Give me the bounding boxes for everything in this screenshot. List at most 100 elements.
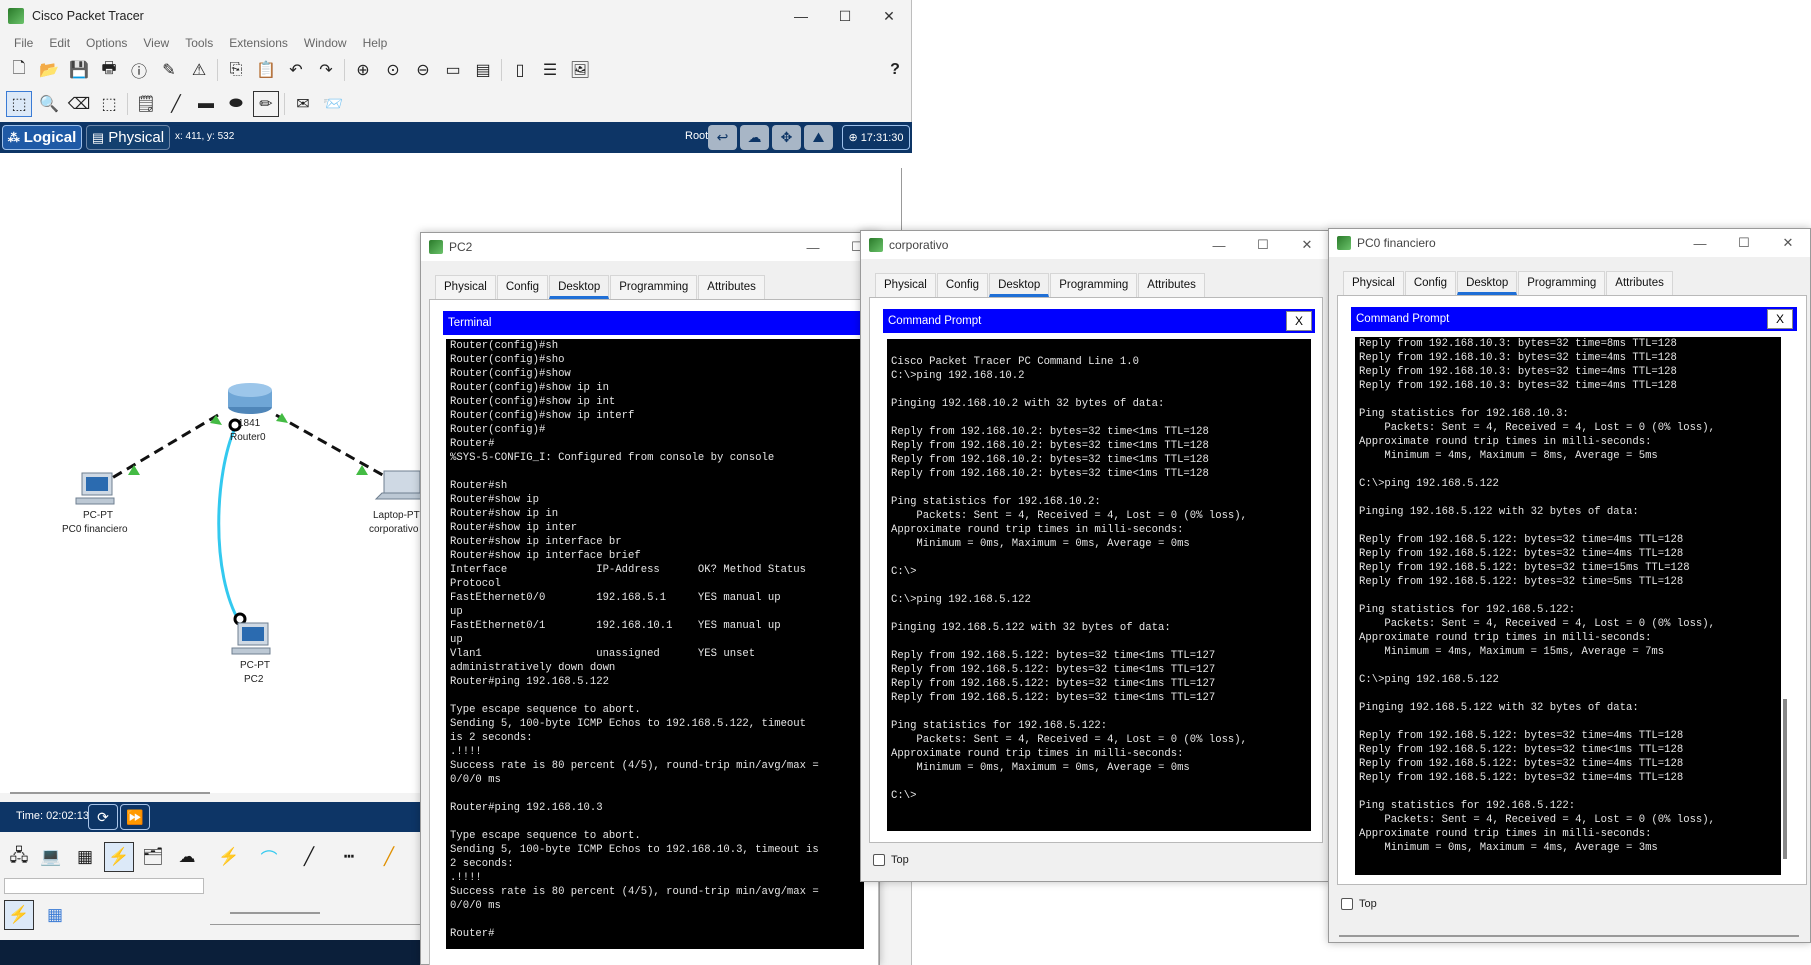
tab-attributes[interactable]: Attributes xyxy=(1138,273,1205,297)
menu-view[interactable]: View xyxy=(135,33,177,53)
inspect-icon[interactable]: 🔍 xyxy=(36,91,62,117)
crossover-cable-icon[interactable]: ┅ xyxy=(334,842,364,872)
tab-attributes[interactable]: Attributes xyxy=(698,275,765,299)
paste-icon[interactable]: 📋 xyxy=(253,57,279,83)
console-cable-icon[interactable]: ⌒ xyxy=(254,842,284,872)
drawing-palette-icon[interactable]: ▭ xyxy=(440,57,466,83)
cloud-icon[interactable]: ☁ xyxy=(740,125,769,150)
minimize-icon[interactable]: — xyxy=(1197,231,1241,259)
grid-view-icon[interactable]: ▦ xyxy=(40,900,70,930)
router-name-label[interactable]: Router0 xyxy=(230,432,266,443)
tab-physical[interactable]: Physical xyxy=(875,273,936,297)
minimize-icon[interactable]: — xyxy=(791,233,835,261)
custom-devices-icon[interactable]: ▤ xyxy=(470,57,496,83)
close-icon[interactable]: ✕ xyxy=(1766,229,1810,257)
info-icon[interactable]: ⓘ xyxy=(126,57,152,83)
pc0-financiero-titlebar[interactable]: PC0 financiero — ☐ ✕ xyxy=(1329,229,1810,257)
save-icon[interactable]: 💾 xyxy=(66,57,92,83)
add-simple-pdu-icon[interactable]: ✉ xyxy=(290,91,316,117)
components-icon[interactable]: ▦ xyxy=(70,842,100,872)
window-bottom-scrollbar[interactable] xyxy=(1339,935,1799,937)
pc2-name-label[interactable]: PC2 xyxy=(244,674,263,685)
help-icon[interactable]: ? xyxy=(882,57,908,83)
select-icon[interactable]: ⬚ xyxy=(6,91,32,117)
logical-mode-tab[interactable]: ⁂ Logical xyxy=(2,125,82,150)
zoom-out-icon[interactable]: ⊖ xyxy=(410,57,436,83)
back-arrow-icon[interactable]: ↩ xyxy=(708,125,737,150)
pc2-titlebar[interactable]: PC2 — ☐ xyxy=(421,233,879,261)
copy-icon[interactable]: ⎘ xyxy=(223,57,249,83)
zoom-reset-icon[interactable]: ⊙ xyxy=(380,57,406,83)
pc0-name-label[interactable]: PC0 financiero xyxy=(62,524,128,535)
menu-window[interactable]: Window xyxy=(296,33,355,53)
command-prompt-close-button[interactable]: X xyxy=(1767,309,1793,329)
maximize-icon[interactable]: ☐ xyxy=(823,0,867,32)
power-cycle-icon[interactable]: ⟳ xyxy=(88,804,118,830)
add-complex-pdu-icon[interactable]: 📨 xyxy=(320,91,346,117)
menu-options[interactable]: Options xyxy=(78,33,135,53)
connections-category-icon[interactable]: ⚡ xyxy=(4,900,34,930)
corporativo-titlebar[interactable]: corporativo — ☐ ✕ xyxy=(861,231,1329,259)
ipc-icon[interactable]: ☰ xyxy=(537,57,563,83)
connections-icon[interactable]: ⚡ xyxy=(104,842,134,872)
tab-desktop[interactable]: Desktop xyxy=(1457,271,1518,295)
laptop-name-label[interactable]: corporativo xyxy=(369,524,418,535)
end-devices-icon[interactable]: 💻 xyxy=(36,842,66,872)
tab-programming[interactable]: Programming xyxy=(1518,271,1606,295)
terminal-output[interactable]: Router(config)#sh Router(config)#sho Route… xyxy=(446,339,864,949)
zoom-in-icon[interactable]: ⊕ xyxy=(350,57,376,83)
physical-mode-tab[interactable]: ▤ Physical xyxy=(86,125,170,150)
misc-icon[interactable]: 🗂 xyxy=(138,842,168,872)
tab-programming[interactable]: Programming xyxy=(1050,273,1138,297)
workspace-horizontal-scrollbar[interactable] xyxy=(10,792,210,794)
tab-physical[interactable]: Physical xyxy=(435,275,496,299)
tab-programming[interactable]: Programming xyxy=(610,275,698,299)
menu-file[interactable]: File xyxy=(6,33,41,53)
maximize-icon[interactable]: ☐ xyxy=(1241,231,1285,259)
draw-ellipse-icon[interactable]: ⬬ xyxy=(223,91,249,117)
tab-physical[interactable]: Physical xyxy=(1343,271,1404,295)
multiuser-icon[interactable]: ☁ xyxy=(172,842,202,872)
maximize-icon[interactable]: ☐ xyxy=(1722,229,1766,257)
print-icon[interactable]: 🖶 xyxy=(96,57,122,83)
redo-icon[interactable]: ↷ xyxy=(313,57,339,83)
fiber-cable-icon[interactable]: ╱ xyxy=(374,842,404,872)
place-note-icon[interactable]: 🗒 xyxy=(133,91,159,117)
menu-tools[interactable]: Tools xyxy=(177,33,221,53)
new-file-icon[interactable]: 🗋 xyxy=(6,57,32,83)
command-prompt-output[interactable]: Cisco Packet Tracer PC Command Line 1.0 C… xyxy=(887,339,1311,831)
minimize-icon[interactable]: — xyxy=(779,0,823,32)
minimize-icon[interactable]: — xyxy=(1678,229,1722,257)
draw-rectangle-icon[interactable]: ▬ xyxy=(193,91,219,117)
wizard-icon[interactable]: ✎ xyxy=(156,57,182,83)
top-checkbox[interactable]: Top xyxy=(873,854,909,866)
close-icon[interactable]: ✕ xyxy=(1285,231,1329,259)
delete-icon[interactable]: ⌫ xyxy=(66,91,92,117)
resize-shape-icon[interactable]: ⬚ xyxy=(96,91,122,117)
auto-connection-icon[interactable]: ⚡ xyxy=(214,842,244,872)
tab-config[interactable]: Config xyxy=(936,273,989,297)
background-image-icon[interactable]: ⛰ xyxy=(804,125,833,150)
tab-attributes[interactable]: Attributes xyxy=(1606,271,1673,295)
close-icon[interactable]: ✕ xyxy=(867,0,911,32)
fast-forward-icon[interactable]: ⏩ xyxy=(120,804,150,830)
main-titlebar[interactable]: Cisco Packet Tracer — ☐ ✕ xyxy=(0,0,911,32)
palette-search-field[interactable] xyxy=(4,878,204,894)
top-checkbox[interactable]: Top xyxy=(1341,898,1377,910)
command-prompt-scrollbar[interactable] xyxy=(1783,699,1787,859)
move-icon[interactable]: ✥ xyxy=(772,125,801,150)
web-view-icon[interactable]: 🖼 xyxy=(567,57,593,83)
undo-icon[interactable]: ↶ xyxy=(283,57,309,83)
command-prompt-output[interactable]: Reply from 192.168.10.3: bytes=32 time=8… xyxy=(1355,337,1781,875)
tab-config[interactable]: Config xyxy=(496,275,549,299)
menu-help[interactable]: Help xyxy=(355,33,396,53)
draw-line-icon[interactable]: ╱ xyxy=(163,91,189,117)
tab-desktop[interactable]: Desktop xyxy=(549,275,610,299)
viewport-icon[interactable]: ▯ xyxy=(507,57,533,83)
tab-config[interactable]: Config xyxy=(1404,271,1457,295)
palette-scroll[interactable] xyxy=(230,912,320,914)
tab-desktop[interactable]: Desktop xyxy=(989,273,1050,297)
top-checkbox-box[interactable] xyxy=(1341,898,1353,910)
activity-wizard-icon[interactable]: ⚠ xyxy=(186,57,212,83)
straight-cable-icon[interactable]: ╱ xyxy=(294,842,324,872)
